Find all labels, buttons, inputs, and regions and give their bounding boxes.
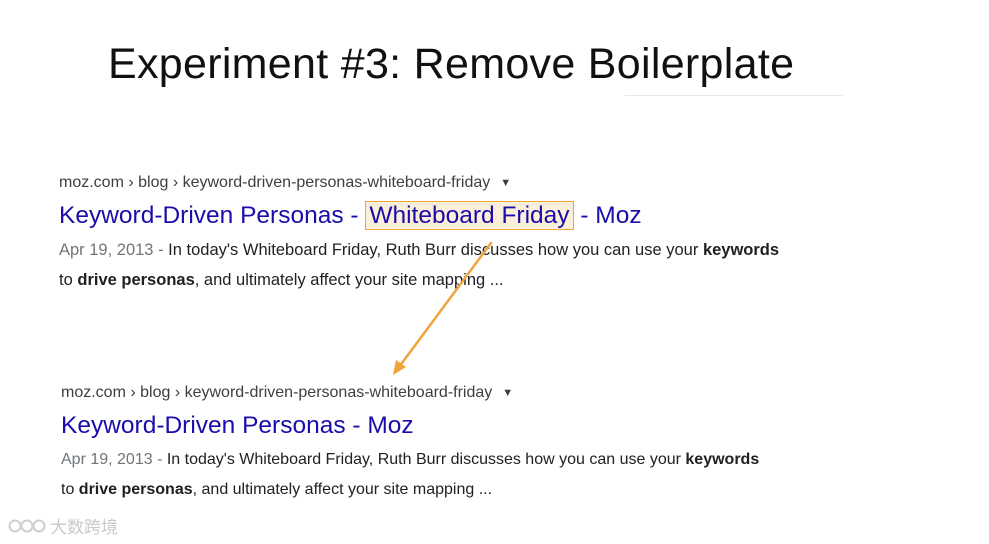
- watermark-text: 大数跨境: [50, 518, 118, 538]
- arrow-line: [397, 241, 493, 369]
- watermark: 大数跨境: [8, 513, 118, 538]
- arrow-icon: [393, 241, 493, 375]
- watermark-logo-icon: [8, 519, 46, 532]
